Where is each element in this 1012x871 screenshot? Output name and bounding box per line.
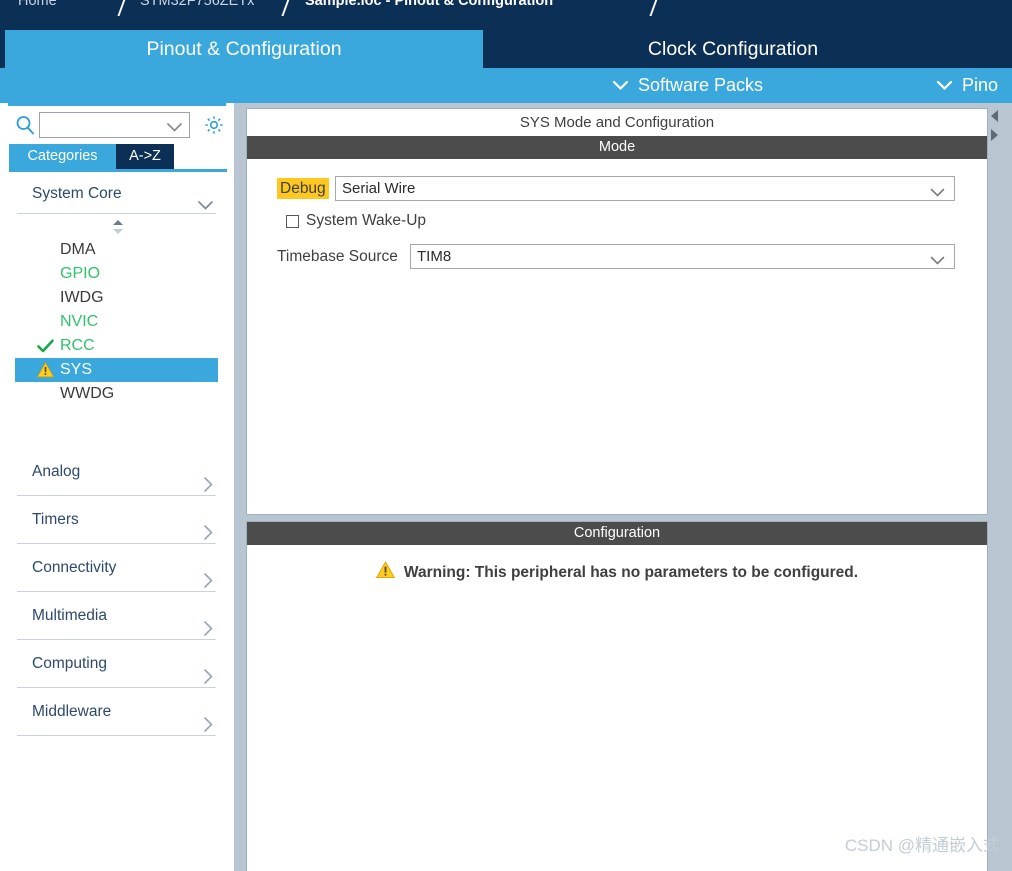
- software-packs-menu[interactable]: Software Packs: [612, 68, 763, 103]
- peripheral-label: DMA: [60, 241, 96, 258]
- sidebar-tab-categories[interactable]: Categories: [9, 144, 116, 169]
- category-label: Connectivity: [32, 559, 117, 576]
- stm32cubemx-window: Home STM32F756ZETx Sample.ioc - Pinout &…: [0, 0, 1012, 871]
- panel-title: SYS Mode and Configuration: [247, 109, 987, 136]
- breadcrumb-item-current: Sample.ioc - Pinout & Configuration: [305, 0, 554, 9]
- peripheral-label: GPIO: [60, 265, 101, 282]
- breadcrumb-separator: [115, 0, 127, 16]
- breadcrumb-separator: [279, 0, 291, 16]
- category-computing[interactable]: Computing: [17, 640, 216, 688]
- timebase-field-row: Timebase Source TIM8: [247, 244, 987, 270]
- group-system-core-label: System Core: [32, 185, 122, 202]
- category-connectivity[interactable]: Connectivity: [17, 544, 216, 592]
- mode-section-header: Mode: [247, 136, 987, 159]
- list-scroll-spinner[interactable]: [0, 217, 233, 237]
- chevron-down-icon: [612, 68, 629, 103]
- configuration-panel: Configuration Warning: This peripheral h…: [246, 521, 988, 871]
- category-multimedia[interactable]: Multimedia: [17, 592, 216, 640]
- configuration-warning: Warning: This peripheral has no paramete…: [247, 561, 987, 584]
- sub-toolbar: Software Packs Pino: [0, 68, 1012, 103]
- chevron-right-icon: [203, 705, 214, 752]
- gear-icon[interactable]: [203, 114, 225, 141]
- pinout-menu[interactable]: Pino: [936, 68, 998, 103]
- category-label: Analog: [32, 463, 81, 480]
- tab-clock-configuration[interactable]: Clock Configuration: [484, 30, 982, 68]
- peripheral-item-rcc[interactable]: RCC: [15, 334, 218, 358]
- peripheral-item-iwdg[interactable]: IWDG: [15, 286, 218, 310]
- peripheral-sidebar: Categories A->Z System Core DMA GPIO IWD…: [0, 103, 235, 871]
- peripheral-item-dma[interactable]: DMA: [15, 238, 218, 262]
- warning-icon: [375, 561, 395, 584]
- configuration-warning-text: Warning: This peripheral has no paramete…: [403, 563, 859, 581]
- expand-right-icon[interactable]: [990, 128, 999, 147]
- sidebar-top-accent: [8, 103, 226, 106]
- peripheral-item-gpio[interactable]: GPIO: [15, 262, 218, 286]
- search-row: [0, 109, 234, 143]
- pinout-label: Pino: [962, 75, 999, 95]
- system-wakeup-checkbox[interactable]: [286, 215, 299, 228]
- category-spacer: [0, 406, 233, 448]
- category-label: Timers: [32, 511, 79, 528]
- debug-select-value: Serial Wire: [342, 180, 416, 197]
- peripheral-label: SYS: [60, 361, 93, 378]
- mode-panel: SYS Mode and Configuration Mode Debug Se…: [246, 108, 988, 515]
- debug-field-row: Debug Serial Wire: [247, 176, 987, 202]
- peripheral-list: DMA GPIO IWDG NVIC RCC SYS WWDG: [0, 238, 233, 406]
- breadcrumb-item-home[interactable]: Home: [18, 0, 57, 9]
- configuration-section-header: Configuration: [247, 522, 987, 545]
- peripheral-item-sys[interactable]: SYS: [15, 358, 218, 382]
- system-wakeup-row: System Wake-Up: [247, 211, 987, 235]
- main-tab-bar: Pinout & Configuration Clock Configurati…: [0, 16, 1012, 68]
- category-middleware[interactable]: Middleware: [17, 688, 216, 736]
- peripheral-label: WWDG: [60, 385, 115, 402]
- mode-form: Debug Serial Wire System Wake-Up Timebas…: [247, 159, 987, 270]
- search-icon: [15, 115, 35, 140]
- timebase-select[interactable]: TIM8: [410, 244, 955, 269]
- chevron-down-icon: [936, 68, 953, 103]
- category-label: Computing: [32, 655, 107, 672]
- peripheral-item-wwdg[interactable]: WWDG: [15, 382, 218, 406]
- system-wakeup-label: System Wake-Up: [306, 212, 427, 229]
- chevron-down-icon: [930, 253, 945, 271]
- breadcrumb-separator: [647, 0, 659, 16]
- breadcrumb-item-device[interactable]: STM32F756ZETx: [140, 0, 254, 9]
- group-system-core[interactable]: System Core: [17, 175, 216, 214]
- breadcrumb: Home STM32F756ZETx Sample.ioc - Pinout &…: [0, 0, 1012, 16]
- sidebar-splitter[interactable]: [234, 103, 243, 871]
- peripheral-item-nvic[interactable]: NVIC: [15, 310, 218, 334]
- debug-select[interactable]: Serial Wire: [335, 176, 955, 201]
- category-label: Multimedia: [32, 607, 107, 624]
- debug-label: Debug: [277, 178, 329, 199]
- peripheral-label: RCC: [60, 337, 95, 354]
- category-label: Middleware: [32, 703, 112, 720]
- category-timers[interactable]: Timers: [17, 496, 216, 544]
- chevron-down-icon[interactable]: [166, 120, 183, 138]
- search-combo[interactable]: [39, 112, 190, 138]
- category-analog[interactable]: Analog: [17, 448, 216, 496]
- chevron-down-icon: [930, 185, 945, 203]
- sidebar-tab-a-to-z[interactable]: A->Z: [116, 144, 174, 169]
- software-packs-label: Software Packs: [638, 75, 764, 95]
- timebase-label: Timebase Source: [277, 248, 398, 265]
- sidebar-tab-underline: [9, 169, 227, 172]
- timebase-select-value: TIM8: [417, 248, 452, 265]
- right-splitter[interactable]: [988, 103, 1001, 871]
- collapse-left-icon[interactable]: [990, 109, 999, 128]
- peripheral-label: NVIC: [60, 313, 99, 330]
- peripheral-tree: System Core DMA GPIO IWDG NVIC RCC SYS W…: [0, 175, 233, 871]
- peripheral-label: IWDG: [60, 289, 104, 306]
- tab-pinout-configuration[interactable]: Pinout & Configuration: [5, 30, 483, 68]
- configuration-pane: SYS Mode and Configuration Mode Debug Se…: [243, 103, 1012, 871]
- tab-project-manager[interactable]: [984, 30, 1012, 68]
- search-input[interactable]: [44, 116, 168, 134]
